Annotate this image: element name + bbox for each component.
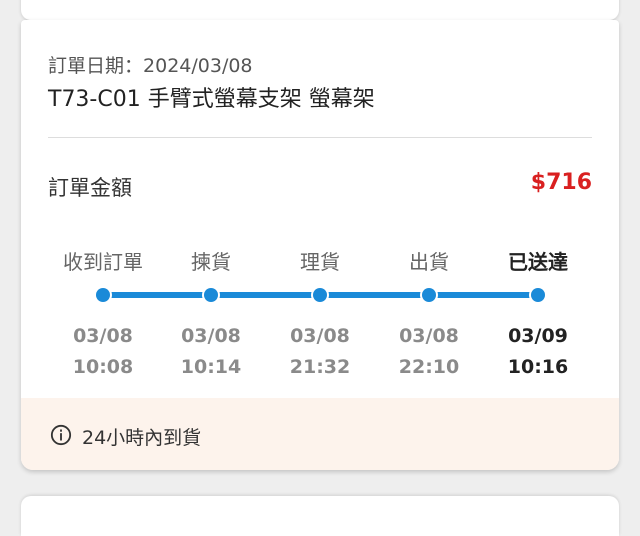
step-date: 03/09 [508, 325, 568, 347]
step-label-sorting: 理貨 [300, 250, 340, 274]
step-timestamp-picking: 03/08 10:14 [166, 321, 256, 383]
order-card[interactable]: 訂單日期：2024/03/08 T73-C01 手臂式螢幕支架 螢幕架 訂單金額… [21, 20, 619, 470]
step-time: 10:14 [180, 356, 242, 378]
step-timestamp-sorting: 03/08 21:32 [275, 321, 365, 383]
next-order-card [21, 496, 619, 536]
step-date: 03/08 [399, 325, 459, 347]
step-date: 03/08 [290, 325, 350, 347]
step-label-received: 收到訂單 [63, 250, 143, 274]
step-timestamp-delivered: 03/09 10:16 [493, 321, 583, 383]
step-timestamp-received: 03/08 10:08 [58, 321, 148, 383]
step-label-shipped: 出貨 [409, 250, 449, 274]
step-node-delivered [531, 288, 545, 302]
step-node-sorting [313, 288, 327, 302]
step-time: 10:16 [507, 356, 569, 378]
step-timestamp-shipped: 03/08 22:10 [384, 321, 474, 383]
notice-text: 24小時內到貨 [82, 427, 202, 449]
step-time: 21:32 [289, 356, 351, 378]
step-node-received [96, 288, 110, 302]
order-progress-tracker: 收到訂單 揀貨 理貨 出貨 已送達 03/08 10:08 03/08 10:1… [21, 20, 619, 400]
step-time: 10:08 [72, 356, 134, 378]
step-node-shipped [422, 288, 436, 302]
step-time: 22:10 [398, 356, 460, 378]
step-label-picking: 揀貨 [191, 250, 231, 274]
step-label-delivered: 已送達 [508, 250, 568, 274]
previous-order-card [21, 0, 619, 20]
step-date: 03/08 [73, 325, 133, 347]
step-node-picking [204, 288, 218, 302]
delivery-notice: 24小時內到貨 [21, 398, 619, 470]
info-icon [50, 424, 72, 446]
step-date: 03/08 [181, 325, 241, 347]
